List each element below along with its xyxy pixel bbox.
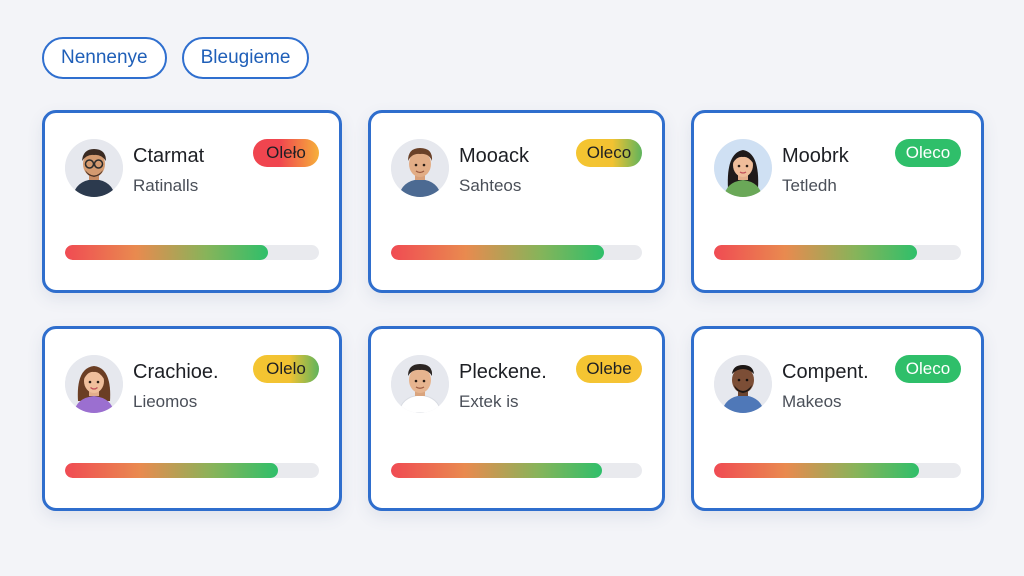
person-card[interactable]: Crachioe. Lieomos Olelo [42,326,342,511]
progress-fill [65,245,269,260]
progress-fill [65,463,279,478]
person-card[interactable]: Pleckene. Extek is Olebe [368,326,665,511]
person-role: Makeos [782,392,842,411]
man-dark-skin-avatar [714,355,772,413]
progress-bar [714,463,961,478]
man-short-hair-avatar [391,355,449,413]
person-role: Tetledh [782,176,837,195]
status-badge: Oleco [895,355,961,383]
man-avatar [391,139,449,197]
person-name: Mooack [459,145,530,167]
person-role: Extek is [459,392,519,411]
woman-dark-hair-avatar [714,139,772,197]
card-grid: Ctarmat Ratinalls Oleło Mooack Sahteos O… [42,110,984,511]
person-role: Ratinalls [133,176,199,195]
filter-bar: Nennenye Bleugieme [42,37,310,79]
man-glasses-avatar [65,139,123,197]
person-role: Sahteos [459,176,522,195]
filter-pill-2[interactable]: Bleugieme [181,37,310,79]
progress-fill [714,463,919,478]
person-name: Crachioe. [133,361,219,383]
progress-bar [65,463,319,478]
person-name: Compent. [782,361,869,383]
status-badge: Olebe [576,355,642,383]
person-card[interactable]: Moobrk Tetledh Oleco [691,110,984,293]
person-name: Ctarmat [133,145,205,167]
status-badge: Olelo [253,355,319,383]
filter-pill-1[interactable]: Nennenye [42,37,167,79]
status-badge: Oleco [895,139,961,167]
progress-fill [714,245,917,260]
person-name: Moobrk [782,145,849,167]
person-card[interactable]: Compent. Makeos Oleco [691,326,984,511]
person-card[interactable]: Mooack Sahteos Oleco [368,110,665,293]
progress-bar [391,463,642,478]
progress-bar [65,245,319,260]
woman-brown-hair-avatar [65,355,123,413]
person-role: Lieomos [133,392,198,411]
progress-bar [391,245,642,260]
progress-bar [714,245,961,260]
person-card[interactable]: Ctarmat Ratinalls Oleło [42,110,342,293]
progress-fill [391,245,605,260]
person-name: Pleckene. [459,361,547,383]
status-badge: Oleło [253,139,319,167]
status-badge: Oleco [576,139,642,167]
progress-fill [391,463,602,478]
